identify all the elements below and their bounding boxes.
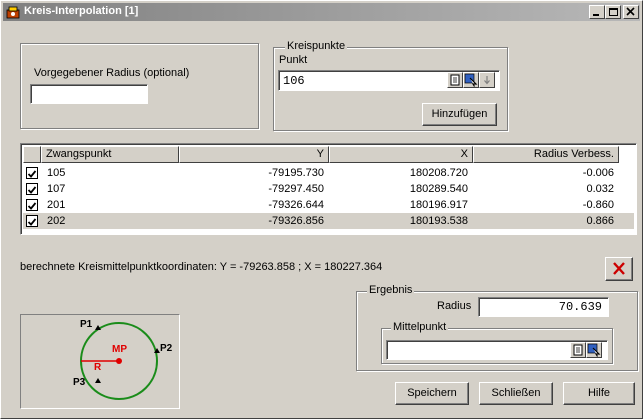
row-checkbox[interactable] (26, 167, 38, 179)
radius-optional-label: Vorgegebener Radius (optional) (34, 67, 190, 79)
column-header-x[interactable]: X (329, 146, 473, 163)
map-pointer-icon (464, 73, 478, 87)
point-picker-button[interactable] (447, 72, 463, 88)
zwangspunkt-table: Zwangspunkt Y X Radius Verbess. 105 -791… (20, 143, 637, 235)
cell-y: -79326.644 (268, 199, 324, 211)
map-pick-button[interactable] (463, 72, 479, 88)
delete-x-icon (613, 262, 625, 275)
cell-point: 202 (47, 215, 66, 227)
computed-center-text: berechnete Kreismittelpunktkoordinaten: … (20, 261, 383, 273)
hinzufuegen-button[interactable]: Hinzufügen (422, 103, 497, 126)
mittelpunkt-doc-button[interactable] (570, 342, 586, 358)
radius-result-field[interactable]: 70.639 (478, 297, 609, 317)
p2-label: P2 (160, 343, 173, 354)
cell-radius: 0.032 (586, 183, 614, 195)
window-title: Kreis-Interpolation [1] (24, 5, 139, 17)
p1-label: P1 (80, 319, 93, 330)
circle-diagram-panel: P1 P2 P3 MP R (20, 314, 180, 409)
table-row[interactable]: 201 -79326.644 180196.917 -0.860 (23, 197, 634, 213)
mp-label: MP (112, 344, 127, 355)
r-label: R (94, 362, 102, 373)
checkmark-icon (27, 218, 37, 226)
column-header-radius[interactable]: Radius Verbess. (473, 146, 619, 163)
cell-radius: 0.866 (586, 215, 614, 227)
checkmark-icon (27, 170, 37, 178)
column-header-zwangspunkt[interactable]: Zwangspunkt (41, 146, 179, 163)
punkt-field: 106 (278, 70, 500, 91)
cell-x: 180196.917 (409, 199, 468, 211)
delete-button[interactable] (605, 257, 633, 281)
cell-x: 180208.720 (409, 167, 468, 179)
table-row[interactable]: 107 -79297.450 180289.540 0.032 (23, 181, 634, 197)
cell-y: -79195.730 (268, 167, 324, 179)
punkt-input[interactable]: 106 (283, 74, 305, 88)
p3-marker (95, 378, 101, 383)
cell-radius: -0.860 (582, 199, 614, 211)
radius-input[interactable] (30, 84, 148, 104)
mittelpunkt-map-button[interactable] (586, 342, 602, 358)
cell-point: 105 (47, 167, 66, 179)
close-icon (626, 7, 635, 16)
cell-y: -79297.450 (268, 183, 324, 195)
minimize-button[interactable] (589, 5, 605, 19)
minimize-icon (593, 14, 599, 16)
mittelpunkt-group-label: Mittelpunkt (391, 321, 449, 333)
p3-label: P3 (73, 377, 86, 388)
ergebnis-group-label: Ergebnis (367, 284, 415, 296)
cell-x: 180193.538 (409, 215, 468, 227)
row-checkbox[interactable] (26, 199, 38, 211)
checkmark-icon (27, 202, 37, 210)
center-point (116, 358, 122, 364)
radius-result-label: Radius (437, 300, 472, 312)
arrow-down-icon (484, 76, 490, 85)
cell-point: 107 (47, 183, 66, 195)
cell-radius: -0.006 (582, 167, 614, 179)
dropdown-button[interactable] (479, 72, 495, 88)
punkt-label: Punkt (279, 54, 308, 66)
document-pick-icon (450, 74, 460, 86)
radius-result-value: 70.639 (558, 300, 602, 314)
document-pick-icon (573, 344, 583, 356)
close-button[interactable] (623, 5, 639, 19)
column-header-y[interactable]: Y (179, 146, 329, 163)
mittelpunkt-field (386, 340, 608, 360)
cell-x: 180289.540 (409, 183, 468, 195)
help-button[interactable]: Hilfe (563, 382, 635, 405)
maximize-icon (609, 8, 618, 16)
maximize-button[interactable] (605, 5, 621, 19)
table-header: Zwangspunkt Y X Radius Verbess. (23, 146, 634, 163)
checkbox-column-header[interactable] (23, 146, 41, 163)
close-dialog-button[interactable]: Schließen (479, 382, 553, 405)
dialog-window: Kreis-Interpolation [1] Vorgegebener Rad… (0, 0, 643, 419)
table-row[interactable]: 105 -79195.730 180208.720 -0.006 (23, 165, 634, 181)
checkmark-icon (27, 186, 37, 194)
title-bar[interactable]: Kreis-Interpolation [1] (3, 3, 640, 21)
table-row-selected[interactable]: 202 -79326.856 180193.538 0.866 (23, 213, 634, 229)
kreispunkte-group-label: Kreispunkte (285, 40, 348, 52)
save-button[interactable]: Speichern (395, 382, 469, 405)
cell-y: -79326.856 (268, 215, 324, 227)
row-checkbox[interactable] (26, 183, 38, 195)
row-checkbox[interactable] (26, 215, 38, 227)
app-icon (6, 6, 20, 19)
cell-point: 201 (47, 199, 66, 211)
map-pointer-icon (587, 343, 601, 357)
